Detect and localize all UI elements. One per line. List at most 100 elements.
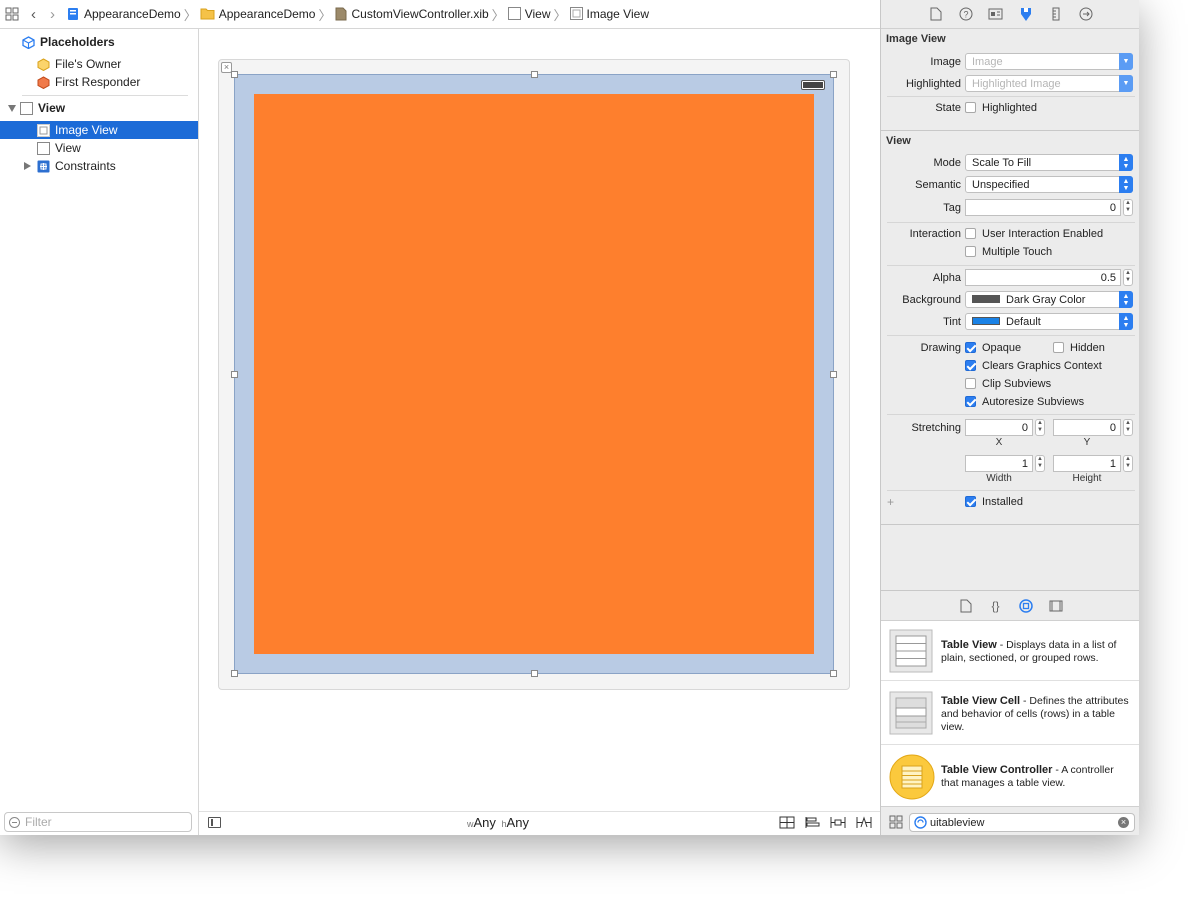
interaction-label: Interaction xyxy=(909,228,961,240)
disclosure-closed-icon[interactable] xyxy=(24,162,31,170)
state-label: State xyxy=(935,102,961,114)
size-class-control[interactable]: wAny hAny xyxy=(467,815,529,830)
embed-in-stack-icon[interactable] xyxy=(779,816,795,832)
state-highlighted-checkbox[interactable] xyxy=(965,102,976,113)
stretch-y-caption: Y xyxy=(1083,437,1091,448)
tint-popup[interactable]: Default ▲ ▼ xyxy=(965,313,1133,330)
resize-handle-bottom-right[interactable] xyxy=(830,670,837,677)
stretch-height-stepper[interactable]: ▲ ▼ xyxy=(1123,455,1133,472)
outline-files-owner[interactable]: File's Owner xyxy=(0,55,198,73)
stretch-height-caption: Height xyxy=(1072,473,1102,484)
media-library-icon[interactable] xyxy=(1048,598,1064,614)
clip-subviews-checkbox[interactable] xyxy=(965,378,976,389)
jumpbar-project[interactable]: AppearanceDemo xyxy=(67,0,181,29)
outline-subview[interactable]: View xyxy=(0,139,198,157)
quick-help-icon[interactable]: ? xyxy=(958,6,974,22)
grid-view-icon[interactable] xyxy=(889,815,903,832)
resolve-autolayout-icon[interactable] xyxy=(856,816,872,832)
user-interaction-checkbox[interactable] xyxy=(965,228,976,239)
resize-handle-right[interactable] xyxy=(830,371,837,378)
object-library-icon[interactable] xyxy=(1018,598,1034,614)
object-library: {} Table View - Displays data in a list … xyxy=(881,590,1139,835)
image-view-icon xyxy=(569,7,583,21)
outline-filter-field[interactable]: Filter xyxy=(4,812,192,832)
chevron-down-icon: ▼ xyxy=(1119,53,1133,70)
size-inspector-icon[interactable] xyxy=(1048,6,1064,22)
related-items-icon[interactable] xyxy=(5,7,19,21)
toggle-outline-icon[interactable] xyxy=(208,817,221,828)
clear-search-icon[interactable]: × xyxy=(1118,817,1129,828)
clears-graphics-checkbox[interactable] xyxy=(965,360,976,371)
library-item-table-view-cell[interactable]: Table View Cell - Defines the attributes… xyxy=(881,682,1139,745)
background-color-swatch xyxy=(972,295,1000,303)
stretch-height-field[interactable]: 1 xyxy=(1053,455,1121,472)
interface-builder-canvas[interactable]: × xyxy=(199,29,880,811)
tag-field[interactable]: 0 xyxy=(965,199,1121,216)
attributes-inspector-icon[interactable] xyxy=(1018,6,1034,22)
inspector-tabs: ? xyxy=(881,0,1139,29)
code-snippet-icon[interactable]: {} xyxy=(988,598,1004,614)
root-view[interactable] xyxy=(231,71,837,677)
mode-popup[interactable]: Scale To Fill ▲ ▼ xyxy=(965,154,1133,171)
outline-view[interactable]: View xyxy=(0,99,198,117)
autoresize-subviews-checkbox[interactable] xyxy=(965,396,976,407)
background-label: Background xyxy=(902,294,961,306)
multiple-touch-checkbox[interactable] xyxy=(965,246,976,257)
outline-placeholders[interactable]: Placeholders xyxy=(0,33,198,51)
file-inspector-icon[interactable] xyxy=(928,6,944,22)
resize-handle-bottom-left[interactable] xyxy=(231,670,238,677)
alpha-stepper[interactable]: ▲ ▼ xyxy=(1123,269,1133,286)
installed-checkbox[interactable] xyxy=(965,496,976,507)
outline-constraints[interactable]: Constraints xyxy=(0,157,198,175)
library-tabs: {} xyxy=(881,591,1139,621)
stretch-width-field[interactable]: 1 xyxy=(965,455,1033,472)
resize-handle-top-left[interactable] xyxy=(231,71,238,78)
resize-handle-bottom[interactable] xyxy=(531,670,538,677)
file-template-icon[interactable] xyxy=(958,598,974,614)
disclosure-open-icon[interactable] xyxy=(8,104,16,112)
xcode-window: ‹ › AppearanceDemo 〉 AppearanceDemo 〉 Cu… xyxy=(0,0,1139,835)
background-popup[interactable]: Dark Gray Color ▲ ▼ xyxy=(965,291,1133,308)
stretch-y-stepper[interactable]: ▲ ▼ xyxy=(1123,419,1133,436)
pin-icon[interactable] xyxy=(830,816,846,832)
identity-inspector-icon[interactable] xyxy=(988,6,1004,22)
forward-arrow-icon[interactable]: › xyxy=(50,6,55,23)
hidden-checkbox[interactable] xyxy=(1053,342,1064,353)
library-item-table-view-controller[interactable]: Table View Controller - A controller tha… xyxy=(881,746,1139,806)
outline-first-responder[interactable]: First Responder xyxy=(0,73,198,91)
resize-handle-top[interactable] xyxy=(531,71,538,78)
state-highlighted-label: Highlighted xyxy=(982,102,1038,114)
jumpbar-group[interactable]: AppearanceDemo xyxy=(200,0,315,29)
library-search-input[interactable]: uitableview × xyxy=(909,813,1135,832)
stretch-x-stepper[interactable]: ▲ ▼ xyxy=(1035,419,1045,436)
battery-icon xyxy=(801,80,825,90)
stretch-x-caption: X xyxy=(995,437,1003,448)
user-interaction-label: User Interaction Enabled xyxy=(982,228,1104,240)
alpha-field[interactable]: 0.5 xyxy=(965,269,1121,286)
outline-image-view[interactable]: Image View xyxy=(0,121,198,139)
add-variation-button[interactable]: + xyxy=(887,495,894,509)
stretch-width-stepper[interactable]: ▲ ▼ xyxy=(1035,455,1045,472)
back-arrow-icon[interactable]: ‹ xyxy=(31,6,36,23)
clears-graphics-label: Clears Graphics Context xyxy=(982,360,1102,372)
opaque-checkbox[interactable] xyxy=(965,342,976,353)
tag-stepper[interactable]: ▲ ▼ xyxy=(1123,199,1133,216)
image-popup[interactable]: Image ▼ xyxy=(965,53,1133,70)
resize-handle-left[interactable] xyxy=(231,371,238,378)
first-responder-icon xyxy=(37,75,50,89)
drawing-label: Drawing xyxy=(920,342,961,354)
library-item-table-view[interactable]: Table View - Displays data in a list of … xyxy=(881,621,1139,681)
resize-handle-top-right[interactable] xyxy=(830,71,837,78)
connections-inspector-icon[interactable] xyxy=(1078,6,1094,22)
stretch-x-field[interactable]: 0 xyxy=(965,419,1033,436)
align-icon[interactable] xyxy=(804,816,820,832)
jumpbar-image-view[interactable]: Image View xyxy=(569,0,649,29)
tint-label: Tint xyxy=(943,316,961,328)
image-view[interactable] xyxy=(254,94,814,654)
highlighted-image-popup[interactable]: Highlighted Image ▼ xyxy=(965,75,1133,92)
jumpbar-file[interactable]: CustomViewController.xib xyxy=(335,0,489,29)
stretch-y-field[interactable]: 0 xyxy=(1053,419,1121,436)
semantic-popup[interactable]: Unspecified ▲ ▼ xyxy=(965,176,1133,193)
jumpbar-separator: 〉 xyxy=(318,7,332,23)
jumpbar-view[interactable]: View xyxy=(507,0,550,29)
